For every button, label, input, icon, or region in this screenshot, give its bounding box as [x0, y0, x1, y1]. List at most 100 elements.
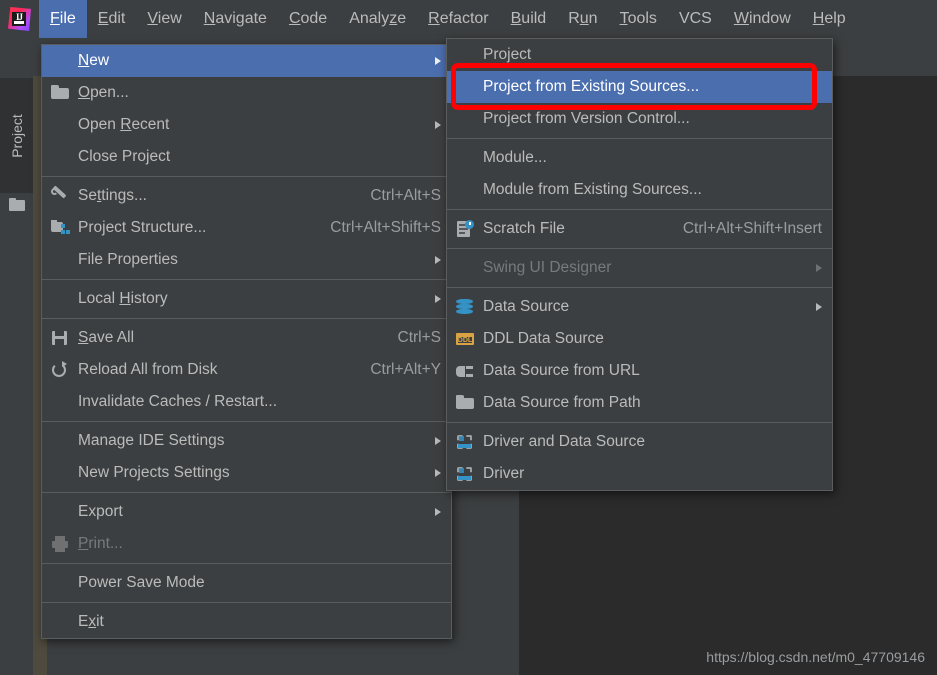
menu-item-project[interactable]: Project	[447, 39, 832, 71]
menu-item-new[interactable]: New	[42, 45, 451, 77]
intellij-idea-logo-icon: IJ	[5, 5, 33, 33]
menu-item-data-source[interactable]: Data Source	[447, 291, 832, 323]
menu-item-manage-ide-settings[interactable]: Manage IDE Settings	[42, 425, 451, 457]
menu-item-settings[interactable]: Settings...Ctrl+Alt+S	[42, 180, 451, 212]
menubar-item-tools[interactable]: Tools	[609, 0, 668, 38]
menu-item-shortcut: Ctrl+Alt+S	[370, 187, 441, 205]
menubar-item-build[interactable]: Build	[500, 0, 558, 38]
menu-item-swing-ui-designer: Swing UI Designer	[447, 252, 832, 284]
menu-item-print: Print...	[42, 528, 451, 560]
icon-placeholder	[50, 432, 70, 450]
menu-item-label: Manage IDE Settings	[78, 432, 421, 450]
menu-item-project-structure[interactable]: Project Structure...Ctrl+Alt+Shift+S	[42, 212, 451, 244]
menubar-item-label: Code	[289, 10, 327, 28]
icon-placeholder	[455, 110, 475, 128]
menu-item-label: New	[78, 52, 421, 70]
sidebar-item-project[interactable]: Project	[0, 78, 33, 193]
menubar-item-refactor[interactable]: Refactor	[417, 0, 499, 38]
icon-placeholder	[50, 116, 70, 134]
file-menu-popup: New Open... Open Recent Close Project Settin…	[41, 44, 452, 639]
menu-item-label: Project from Version Control...	[483, 110, 822, 128]
plug-icon	[455, 362, 475, 380]
menubar-item-analyze[interactable]: Analyze	[338, 0, 417, 38]
menu-item-shortcut: Ctrl+S	[398, 329, 442, 347]
menubar-item-vcs[interactable]: VCS	[668, 0, 723, 38]
chevron-right-icon	[816, 264, 822, 272]
menubar-item-edit[interactable]: Edit	[87, 0, 137, 38]
menu-separator	[42, 279, 451, 280]
icon-placeholder	[455, 149, 475, 167]
menu-item-label: Local History	[78, 290, 421, 308]
database-icon	[455, 298, 475, 316]
menu-item-open[interactable]: Open...	[42, 77, 451, 109]
menu-item-module[interactable]: Module...	[447, 142, 832, 174]
menubar-item-window[interactable]: Window	[723, 0, 802, 38]
menu-item-driver-and-data-source[interactable]: Driver and Data Source	[447, 426, 832, 458]
chevron-right-icon	[435, 295, 441, 303]
menu-item-export[interactable]: Export	[42, 496, 451, 528]
menubar-item-label: Build	[511, 10, 547, 28]
chevron-right-icon	[435, 469, 441, 477]
chevron-right-icon	[435, 121, 441, 129]
menu-item-label: Swing UI Designer	[483, 259, 802, 277]
menu-item-open-recent[interactable]: Open Recent	[42, 109, 451, 141]
menu-separator	[42, 421, 451, 422]
icon-placeholder	[50, 574, 70, 592]
menu-item-label: Scratch File	[483, 220, 661, 238]
menu-separator	[42, 492, 451, 493]
menu-separator	[447, 138, 832, 139]
menubar-item-help[interactable]: Help	[802, 0, 857, 38]
menu-item-exit[interactable]: Exit	[42, 606, 451, 638]
menubar-item-label: Window	[734, 10, 791, 28]
menu-item-label: Driver	[483, 465, 822, 483]
menu-separator	[42, 318, 451, 319]
menu-item-invalidate-caches-restart[interactable]: Invalidate Caches / Restart...	[42, 386, 451, 418]
menu-item-label: Module...	[483, 149, 822, 167]
menubar-item-code[interactable]: Code	[278, 0, 338, 38]
reload-icon	[50, 361, 70, 379]
print-icon	[50, 535, 70, 553]
menubar-item-run[interactable]: Run	[557, 0, 608, 38]
menu-item-ddl-data-source[interactable]: DDLDDL Data Source	[447, 323, 832, 355]
menu-item-label: Driver and Data Source	[483, 433, 822, 451]
menubar-item-navigate[interactable]: Navigate	[193, 0, 278, 38]
icon-placeholder	[455, 78, 475, 96]
menu-item-data-source-from-url[interactable]: Data Source from URL	[447, 355, 832, 387]
folder-icon	[455, 394, 475, 412]
menubar-item-label: Run	[568, 10, 597, 28]
menu-item-close-project[interactable]: Close Project	[42, 141, 451, 173]
menubar-item-view[interactable]: View	[136, 0, 192, 38]
menubar-item-label: Edit	[98, 10, 126, 28]
icon-placeholder	[50, 393, 70, 411]
menu-item-power-save-mode[interactable]: Power Save Mode	[42, 567, 451, 599]
menu-item-label: Project Structure...	[78, 219, 308, 237]
menu-separator	[447, 422, 832, 423]
menu-item-project-from-version-control[interactable]: Project from Version Control...	[447, 103, 832, 135]
menu-item-label: Data Source from Path	[483, 394, 822, 412]
menu-item-data-source-from-path[interactable]: Data Source from Path	[447, 387, 832, 419]
icon-placeholder	[455, 259, 475, 277]
menu-item-save-all[interactable]: Save AllCtrl+S	[42, 322, 451, 354]
menu-item-file-properties[interactable]: File Properties	[42, 244, 451, 276]
menubar-item-label: Help	[813, 10, 846, 28]
menu-item-local-history[interactable]: Local History	[42, 283, 451, 315]
icon-placeholder	[455, 46, 475, 64]
menu-item-label: Power Save Mode	[78, 574, 441, 592]
icon-placeholder	[50, 251, 70, 269]
menubar-item-label: VCS	[679, 10, 712, 28]
menu-item-driver[interactable]: Driver	[447, 458, 832, 490]
menu-item-new-projects-settings[interactable]: New Projects Settings	[42, 457, 451, 489]
menu-item-project-from-existing-sources[interactable]: Project from Existing Sources...	[447, 71, 832, 103]
driver-icon	[455, 465, 475, 483]
menu-item-scratch-file[interactable]: Scratch FileCtrl+Alt+Shift+Insert	[447, 213, 832, 245]
wrench-icon	[50, 187, 70, 205]
menubar-item-file[interactable]: File	[39, 0, 87, 38]
ddl-icon: DDL	[455, 330, 475, 348]
menu-item-reload-all-from-disk[interactable]: Reload All from DiskCtrl+Alt+Y	[42, 354, 451, 386]
menu-item-module-from-existing-sources[interactable]: Module from Existing Sources...	[447, 174, 832, 206]
icon-placeholder	[50, 464, 70, 482]
menu-item-label: Open Recent	[78, 116, 421, 134]
menu-separator	[42, 563, 451, 564]
watermark-text: https://blog.csdn.net/m0_47709146	[706, 649, 925, 665]
folder-icon	[9, 198, 25, 211]
